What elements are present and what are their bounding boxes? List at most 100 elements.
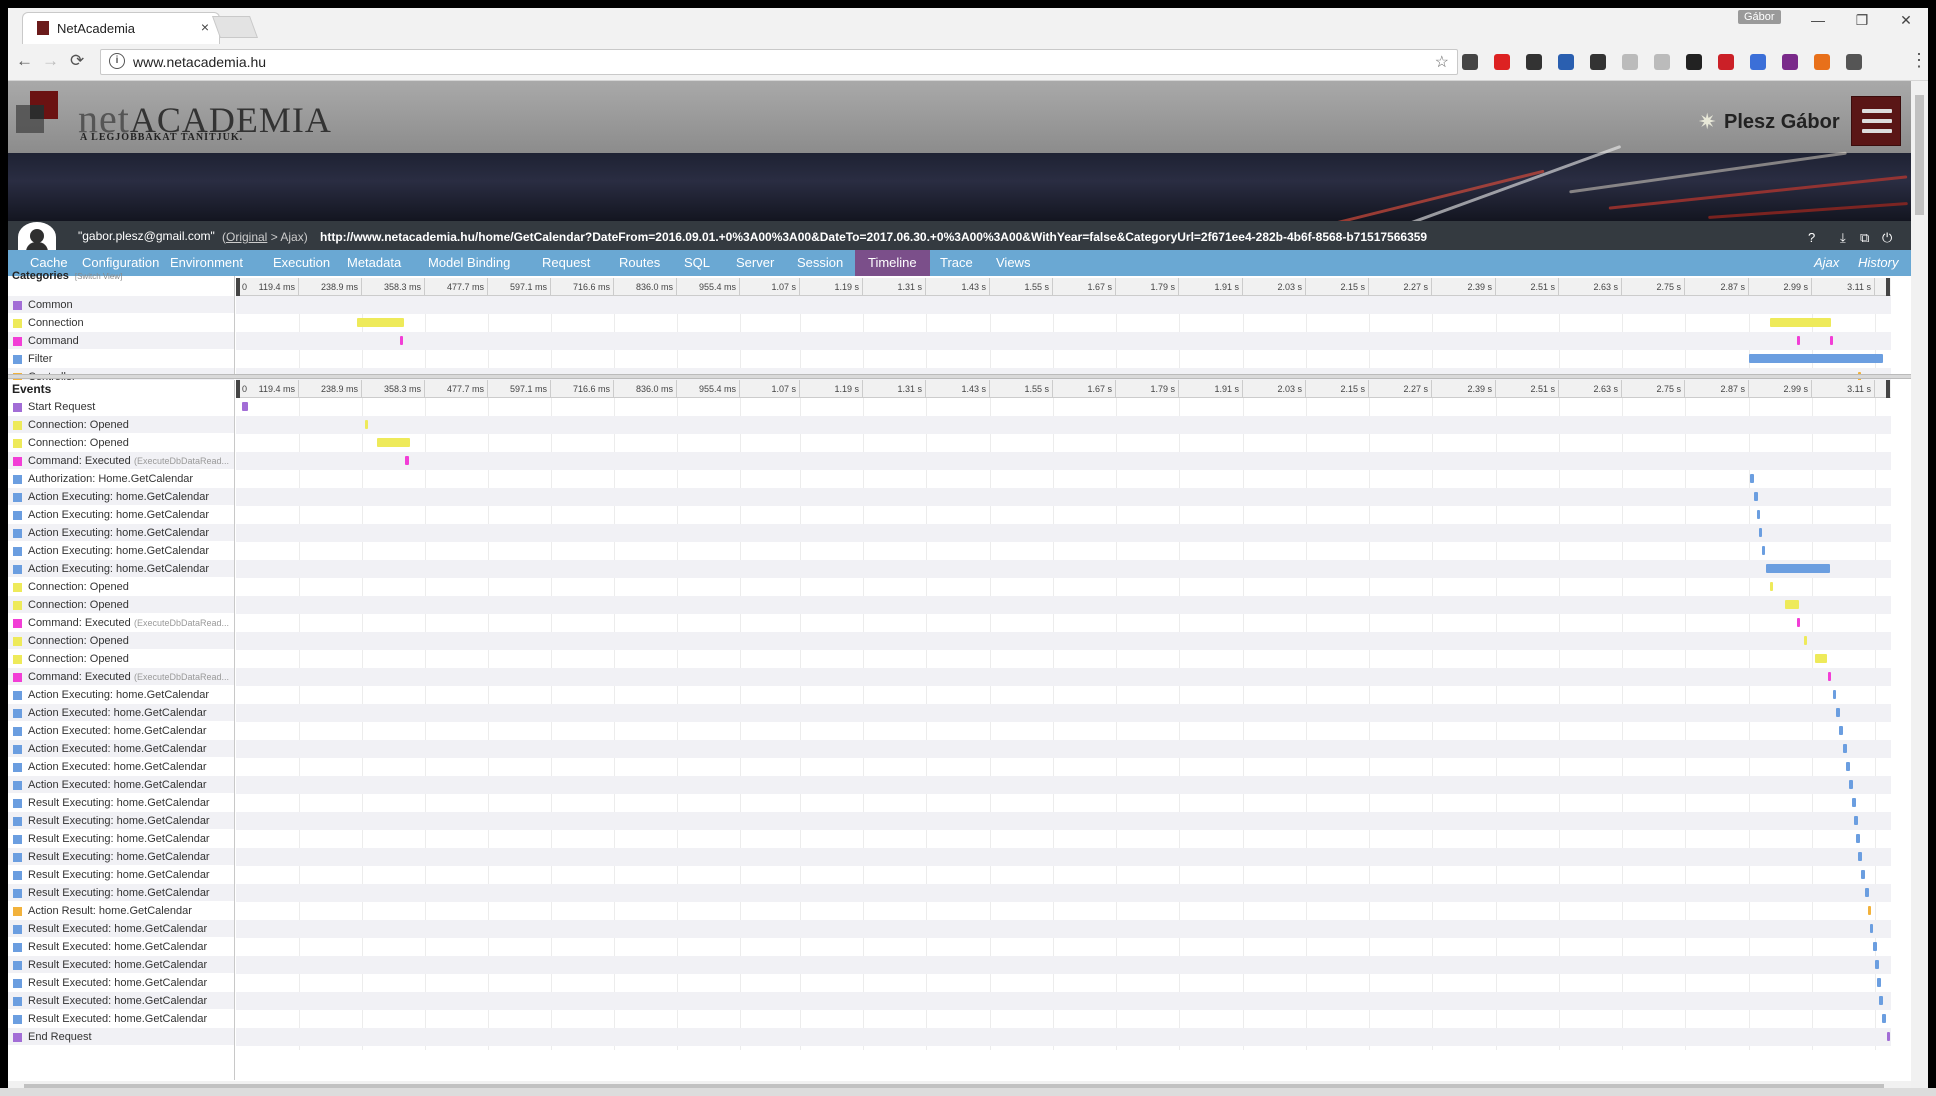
tab-history[interactable]: History <box>1858 250 1898 276</box>
timeline-bar[interactable] <box>1836 708 1840 717</box>
event-row[interactable]: Result Executed: home.GetCalendar <box>8 992 234 1010</box>
event-row[interactable]: Action Executed: home.GetCalendar <box>8 722 234 740</box>
event-row[interactable]: End Request <box>8 1028 234 1046</box>
timeline-bar[interactable] <box>1854 816 1858 825</box>
event-row[interactable]: Connection: Opened <box>8 596 234 614</box>
profile-badge[interactable]: Gábor <box>1738 10 1781 24</box>
new-tab-button[interactable] <box>211 16 259 38</box>
tab-metadata[interactable]: Metadata <box>334 250 414 276</box>
sync-icon[interactable] <box>1590 54 1606 70</box>
event-row[interactable]: Connection: Opened <box>8 632 234 650</box>
event-row[interactable]: Start Request <box>8 398 234 416</box>
red-plus-icon[interactable] <box>1494 54 1510 70</box>
timeline-bar[interactable] <box>1762 546 1765 555</box>
timeline-bar[interactable] <box>1766 564 1830 573</box>
timeline-bar[interactable] <box>1749 354 1883 363</box>
event-row[interactable]: Command: Executed (ExecuteDbDataRead... <box>8 452 234 470</box>
timeline-bar[interactable] <box>1830 336 1833 345</box>
timeline-bar[interactable] <box>1852 798 1856 807</box>
browser-menu-icon[interactable]: ⋮ <box>1910 50 1928 71</box>
code-icon[interactable] <box>1462 54 1478 70</box>
event-row[interactable]: Action Executing: home.GetCalendar <box>8 542 234 560</box>
timeline-bar[interactable] <box>1856 834 1860 843</box>
card-icon[interactable] <box>1750 54 1766 70</box>
event-row[interactable]: Result Executing: home.GetCalendar <box>8 866 234 884</box>
tab-close-icon[interactable]: × <box>201 19 209 35</box>
timeline-bar[interactable] <box>1797 618 1800 627</box>
screenshot-icon[interactable] <box>1558 54 1574 70</box>
minimize-icon[interactable]: — <box>1798 12 1838 28</box>
reload-icon[interactable]: ⟳ <box>70 51 84 71</box>
timeline-bar[interactable] <box>1833 690 1836 699</box>
event-row[interactable]: Command: Executed (ExecuteDbDataRead... <box>8 668 234 686</box>
timeline-bar[interactable] <box>1759 528 1762 537</box>
timeline-bar[interactable] <box>1887 1032 1890 1041</box>
timeline-bar[interactable] <box>1828 672 1831 681</box>
event-row[interactable]: Result Executing: home.GetCalendar <box>8 830 234 848</box>
timeline-bar[interactable] <box>1754 492 1758 501</box>
event-row[interactable]: Action Executing: home.GetCalendar <box>8 506 234 524</box>
puzzle-icon[interactable] <box>1654 54 1670 70</box>
timeline-bar[interactable] <box>377 438 410 447</box>
circle-icon[interactable] <box>1622 54 1638 70</box>
timeline-bar[interactable] <box>1770 582 1773 591</box>
event-row[interactable]: Connection: Opened <box>8 578 234 596</box>
timeline-bar[interactable] <box>1877 978 1881 987</box>
event-row[interactable]: Result Executed: home.GetCalendar <box>8 920 234 938</box>
event-row[interactable]: Action Executing: home.GetCalendar <box>8 524 234 542</box>
tab-sql[interactable]: SQL <box>671 250 723 276</box>
category-row[interactable]: Connection <box>8 314 234 332</box>
category-row[interactable]: Command <box>8 332 234 350</box>
timeline-bar[interactable] <box>242 402 248 411</box>
tab-routes[interactable]: Routes <box>606 250 673 276</box>
power-icon[interactable]: ⏻ <box>1882 230 1892 246</box>
tab-trace[interactable]: Trace <box>927 250 986 276</box>
tab-views[interactable]: Views <box>983 250 1043 276</box>
timeline-bar[interactable] <box>1770 318 1831 327</box>
timeline-bar[interactable] <box>405 456 409 465</box>
address-bar[interactable]: i www.netacademia.hu ☆ <box>100 49 1458 75</box>
event-row[interactable]: Connection: Opened <box>8 416 234 434</box>
event-row[interactable]: Connection: Opened <box>8 650 234 668</box>
tab-model-binding[interactable]: Model Binding <box>415 250 523 276</box>
cursor-icon[interactable] <box>1686 54 1702 70</box>
timeline-bar[interactable] <box>1785 600 1799 609</box>
event-row[interactable]: Result Executed: home.GetCalendar <box>8 974 234 992</box>
user-name[interactable]: Plesz Gábor <box>1724 111 1840 134</box>
timeline-bar[interactable] <box>1843 744 1847 753</box>
event-row[interactable]: Authorization: Home.GetCalendar <box>8 470 234 488</box>
timeline-bar[interactable] <box>1797 336 1800 345</box>
forward-icon[interactable]: → <box>42 51 59 71</box>
timeline-bar[interactable] <box>1875 960 1879 969</box>
tab-session[interactable]: Session <box>784 250 856 276</box>
tab-timeline[interactable]: Timeline <box>855 250 930 276</box>
hamburger-menu-icon[interactable] <box>1851 96 1901 146</box>
tab-request[interactable]: Request <box>529 250 603 276</box>
tab-ajax[interactable]: Ajax <box>1814 250 1839 276</box>
event-row[interactable]: Action Result: home.GetCalendar <box>8 902 234 920</box>
back-icon[interactable]: ← <box>16 51 33 71</box>
range-end-handle[interactable] <box>1886 380 1890 398</box>
event-row[interactable]: Action Executed: home.GetCalendar <box>8 704 234 722</box>
chart-icon[interactable] <box>1814 54 1830 70</box>
close-window-icon[interactable]: ✕ <box>1886 12 1926 29</box>
tab-server[interactable]: Server <box>723 250 787 276</box>
popout-icon[interactable]: ⧉ <box>1860 230 1869 246</box>
timeline-bar[interactable] <box>400 336 403 345</box>
timeline-bar[interactable] <box>1804 636 1807 645</box>
event-row[interactable]: Action Executed: home.GetCalendar <box>8 758 234 776</box>
range-end-handle[interactable] <box>1886 278 1890 296</box>
timeline-bar[interactable] <box>1750 474 1754 483</box>
info-icon[interactable]: i <box>109 53 125 69</box>
event-row[interactable]: Action Executed: home.GetCalendar <box>8 776 234 794</box>
maximize-icon[interactable]: ❐ <box>1842 12 1882 29</box>
tab-execution[interactable]: Execution <box>260 250 343 276</box>
timeline-bar[interactable] <box>1879 996 1883 1005</box>
timeline-bar[interactable] <box>1861 870 1865 879</box>
event-row[interactable]: Result Executed: home.GetCalendar <box>8 956 234 974</box>
event-row[interactable]: Connection: Opened <box>8 434 234 452</box>
event-row[interactable]: Action Executing: home.GetCalendar <box>8 560 234 578</box>
mail-icon[interactable] <box>1846 54 1862 70</box>
event-row[interactable]: Action Executing: home.GetCalendar <box>8 686 234 704</box>
help-icon[interactable]: ? <box>1808 230 1815 245</box>
